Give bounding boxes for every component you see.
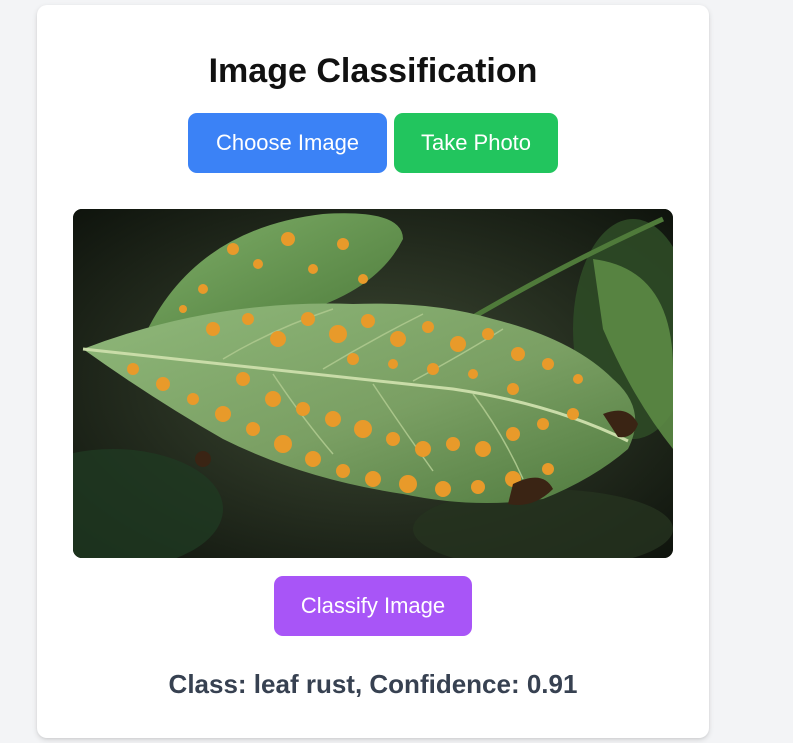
page-scrollbar[interactable] <box>786 0 793 743</box>
image-preview <box>73 209 673 558</box>
page-title: Image Classification <box>208 52 538 90</box>
classification-card: Image Classification Choose Image Take P… <box>37 5 709 738</box>
leaf-image <box>73 209 673 558</box>
choose-image-button[interactable]: Choose Image <box>188 113 387 173</box>
classify-image-button[interactable]: Classify Image <box>274 576 472 636</box>
classification-result: Class: leaf rust, Confidence: 0.91 <box>168 669 578 699</box>
take-photo-button[interactable]: Take Photo <box>394 113 558 173</box>
